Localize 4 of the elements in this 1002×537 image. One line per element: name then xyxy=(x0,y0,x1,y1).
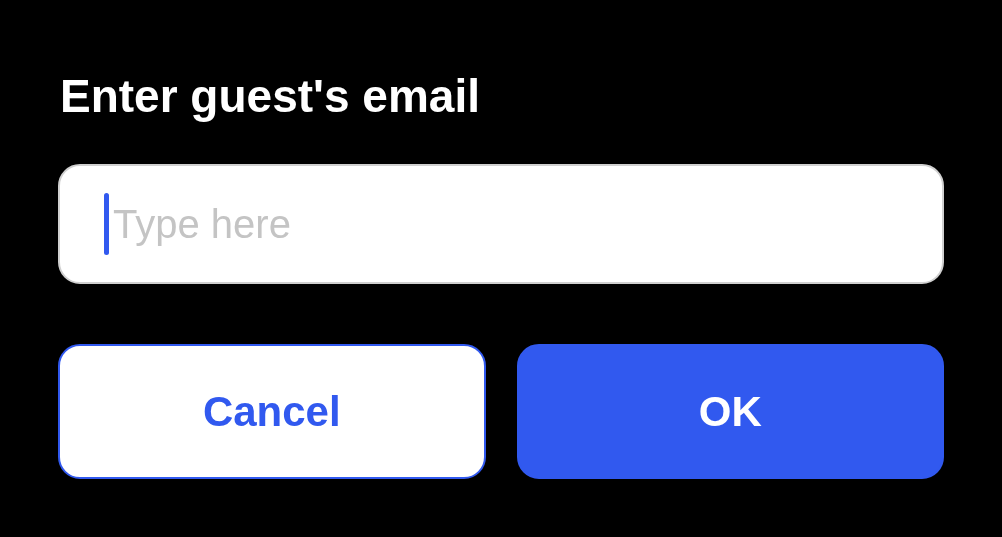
cancel-button[interactable]: Cancel xyxy=(58,344,486,479)
email-field[interactable]: Type here xyxy=(58,164,944,284)
ok-button[interactable]: OK xyxy=(516,344,944,479)
dialog-title: Enter guest's email xyxy=(60,69,480,124)
